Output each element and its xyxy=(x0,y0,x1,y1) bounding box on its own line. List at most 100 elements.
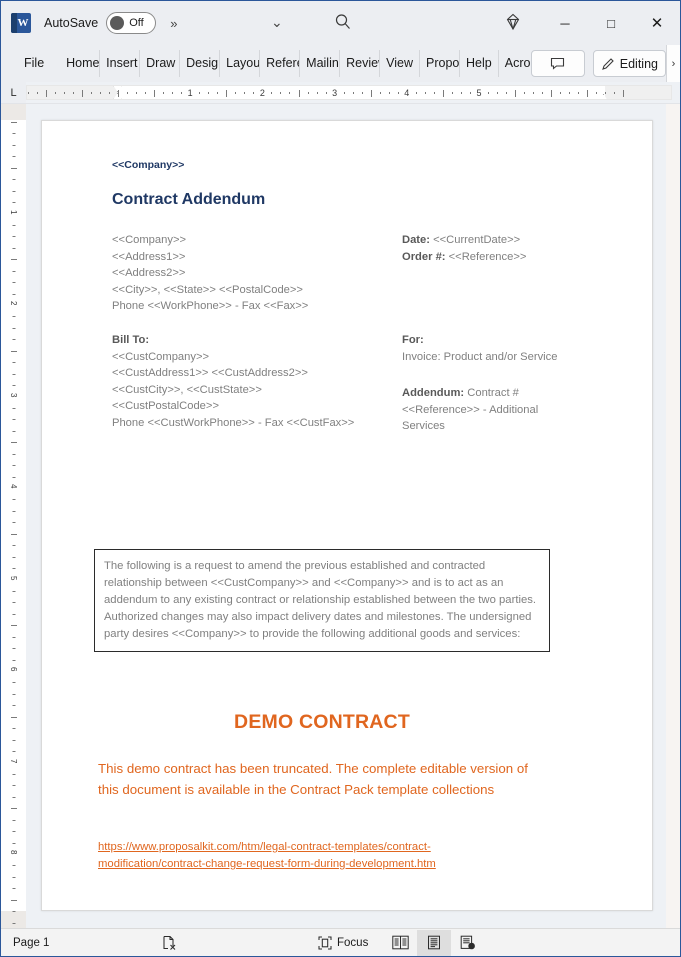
ruler-tick xyxy=(12,911,15,913)
demo-contract-link[interactable]: https://www.proposalkit.com/htm/legal-co… xyxy=(98,839,518,873)
more-commands-icon[interactable]: » xyxy=(170,16,177,31)
tab-mailings[interactable]: Mailings xyxy=(300,50,341,77)
ruler-tick xyxy=(506,91,508,94)
focus-mode-button[interactable]: Focus xyxy=(318,935,368,950)
ruler-tick xyxy=(469,91,471,94)
tab-review[interactable]: Review xyxy=(340,50,381,77)
print-layout-button[interactable] xyxy=(417,929,451,956)
horizontal-ruler[interactable]: 1 2 3 4 5 xyxy=(26,85,672,100)
read-mode-button[interactable] xyxy=(383,930,417,956)
ruler-tick xyxy=(497,91,499,94)
order-label: Order #: xyxy=(402,250,446,263)
ruler-number: 1 xyxy=(185,87,195,98)
ruler-tick xyxy=(388,91,390,94)
maximize-button[interactable]: □ xyxy=(588,1,634,45)
ruler-tick xyxy=(12,796,15,798)
bill-to-block: Bill To: <<CustCompany>> <<CustAddress1>… xyxy=(112,332,402,435)
company-header: <<Company>> xyxy=(112,159,185,171)
ruler-number: 8 xyxy=(9,850,18,855)
ribbon-expand-chevron-icon[interactable]: › xyxy=(666,45,680,82)
ruler-tick xyxy=(72,91,74,94)
tab-proposal-kit[interactable]: Proposal Kit xyxy=(420,50,461,77)
tab-draw[interactable]: Draw xyxy=(140,50,181,77)
tab-stop-selector[interactable]: L xyxy=(1,82,26,103)
word-application-window: W AutoSave Off » ⌄ ─ □ ✕ File Home Inser… xyxy=(0,0,681,957)
order-value: <<Reference>> xyxy=(448,250,527,263)
editing-mode-label: Editing xyxy=(619,56,658,71)
comment-icon xyxy=(551,57,565,70)
document-content: <<Company>> Contract Addendum <<Company>… xyxy=(112,159,584,435)
search-icon[interactable] xyxy=(333,12,353,32)
ruler-number: 4 xyxy=(9,484,18,489)
ruler-tick xyxy=(10,122,17,123)
ruler-tick xyxy=(343,91,345,94)
tab-insert[interactable]: Insert xyxy=(100,50,141,77)
ruler-tick xyxy=(451,91,453,94)
ruler-tick xyxy=(298,89,300,97)
ruler-tick xyxy=(289,91,291,94)
date-row: Date: <<CurrentDate>> xyxy=(402,232,584,249)
ruler-tick xyxy=(307,91,309,94)
sender-line: <<Address1>> xyxy=(112,250,186,263)
editing-mode-button[interactable]: Editing xyxy=(592,50,666,77)
ruler-tick xyxy=(12,545,15,547)
ruler-tick xyxy=(569,91,571,94)
ruler-tick xyxy=(596,91,598,94)
ruler-tick xyxy=(12,659,15,661)
ruler-number: 7 xyxy=(9,758,18,763)
web-layout-button[interactable] xyxy=(451,930,485,956)
autosave-toggle[interactable]: Off xyxy=(106,12,157,34)
ruler-tick xyxy=(280,91,282,94)
tab-help[interactable]: Help xyxy=(460,50,499,77)
ruler-tick xyxy=(12,888,15,890)
ruler-tick xyxy=(12,522,15,524)
ruler-tick xyxy=(488,91,490,94)
ruler-tick xyxy=(515,89,517,97)
close-button[interactable]: ✕ xyxy=(634,1,680,45)
ruler-tick xyxy=(12,590,15,592)
billto-for-row: Bill To: <<CustCompany>> <<CustAddress1>… xyxy=(112,332,584,435)
ruler-tick xyxy=(127,91,129,94)
diamond-icon[interactable] xyxy=(503,12,523,32)
tab-layout[interactable]: Layout xyxy=(220,50,261,77)
order-row: Order #: <<Reference>> xyxy=(402,249,584,266)
sender-line: <<Company>> xyxy=(112,234,187,246)
vertical-ruler[interactable]: 1 2 3 4 5 6 7 8 xyxy=(1,104,26,928)
ruler-tick xyxy=(12,179,15,181)
ruler-tick xyxy=(12,247,15,249)
ruler-tick xyxy=(10,899,17,901)
tab-references[interactable]: References xyxy=(260,50,301,77)
ruler-tick xyxy=(424,91,426,94)
page-number-status[interactable]: Page 1 xyxy=(13,937,49,949)
bill-to-line: <<CustAddress1>> <<CustAddress2>> xyxy=(112,367,308,380)
ruler-tick xyxy=(90,91,92,94)
ruler-tick xyxy=(12,224,15,226)
ruler-tick xyxy=(12,751,15,753)
ruler-tick xyxy=(12,705,15,707)
vertical-scrollbar[interactable] xyxy=(666,104,680,928)
bill-to-line: <<CustCompany>> xyxy=(112,350,210,363)
minimize-button[interactable]: ─ xyxy=(542,1,588,45)
document-canvas[interactable]: <<Company>> Contract Addendum <<Company>… xyxy=(26,104,680,928)
autosave-state: Off xyxy=(129,17,144,29)
ruler-tick xyxy=(208,91,210,94)
ruler-tick xyxy=(10,716,17,718)
ruler-tick xyxy=(560,91,562,94)
title-bar: W AutoSave Off » ⌄ ─ □ ✕ xyxy=(1,1,680,45)
customize-quick-access-chevron-icon[interactable]: ⌄ xyxy=(271,14,283,31)
ruler-number: 1 xyxy=(9,209,18,214)
document-page[interactable]: <<Company>> Contract Addendum <<Company>… xyxy=(41,120,653,911)
ruler-tick xyxy=(12,236,15,238)
tab-design[interactable]: Design xyxy=(180,50,221,77)
tab-view[interactable]: View xyxy=(380,50,421,77)
ruler-tick xyxy=(12,773,15,775)
ruler-tick xyxy=(12,133,15,135)
ruler-tick xyxy=(12,362,15,364)
ruler-tick xyxy=(10,442,17,444)
proofing-errors-button[interactable] xyxy=(161,935,177,951)
comments-button[interactable] xyxy=(530,50,585,77)
tab-home[interactable]: Home xyxy=(60,50,101,77)
tab-file[interactable]: File xyxy=(18,50,60,77)
ruler-tick xyxy=(12,373,15,375)
boxed-paragraph: The following is a request to amend the … xyxy=(94,549,550,652)
